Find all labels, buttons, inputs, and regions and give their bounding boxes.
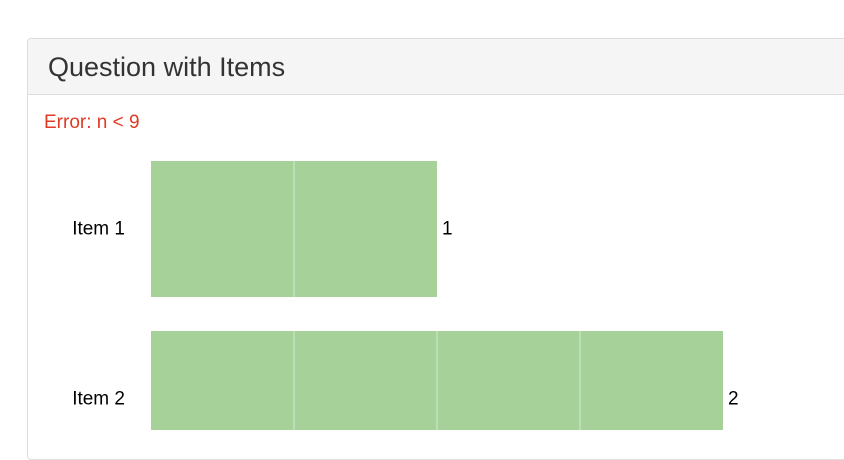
data-label: 2: [728, 389, 739, 410]
bar-chart: Item 1 1 Item 2 2: [72, 161, 739, 430]
data-label: 1: [442, 219, 453, 240]
category-label: Item 2: [72, 389, 125, 410]
category-label: Item 1: [72, 219, 125, 240]
